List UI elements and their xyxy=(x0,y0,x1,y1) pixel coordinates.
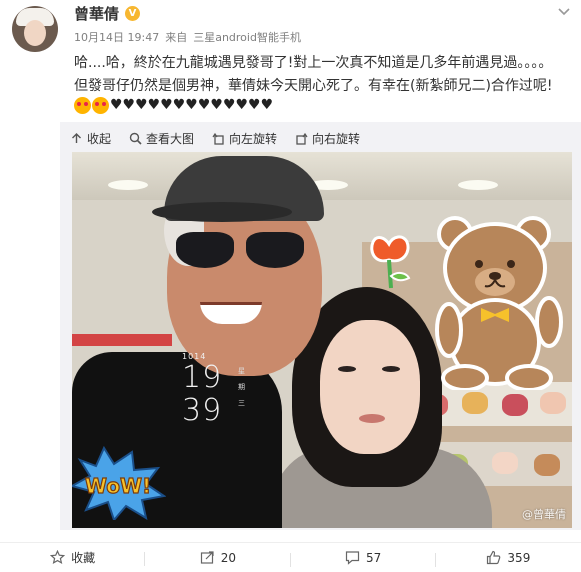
author-name[interactable]: 曾華倩 xyxy=(74,3,119,24)
favorite-label: 收藏 xyxy=(71,551,96,565)
sunglasses-lens xyxy=(246,232,304,268)
collapse-arrow-icon xyxy=(72,133,81,143)
post-text: 哈....哈，終於在九龍城遇見發哥了!對上一次真不知道是几多年前遇見過。。。。 … xyxy=(74,52,574,98)
woman-lips xyxy=(359,414,385,423)
action-bar: 收藏 20 57 359 xyxy=(0,542,581,572)
post-text-line: 哈....哈，終於在九龍城遇見發哥了!對上一次真不知道是几多年前遇見過。。。。 xyxy=(74,55,553,71)
clock-overlay: 1014 19 39 星 期 三 xyxy=(182,352,245,428)
repost-icon xyxy=(200,551,214,564)
produce xyxy=(462,392,488,414)
collapse-label: 收起 xyxy=(87,132,112,146)
post-photo[interactable]: 1014 19 39 星 期 三 WoW! @曾華倩 xyxy=(72,152,572,528)
post-timestamp[interactable]: 10月14日 19:47 xyxy=(74,29,159,45)
view-large-button[interactable]: 查看大图 xyxy=(129,130,194,147)
avatar[interactable] xyxy=(12,6,58,52)
rotate-right-button[interactable]: 向右旋转 xyxy=(295,130,360,147)
hearts-face-emoji-icon xyxy=(74,97,91,114)
produce xyxy=(534,454,560,476)
post-menu-chevron-down-icon[interactable] xyxy=(557,6,571,16)
teddy-bear-sticker-icon xyxy=(435,216,563,390)
flower-sticker-icon xyxy=(370,235,411,289)
rotate-left-button[interactable]: 向左旋转 xyxy=(212,130,277,147)
rotate-left-label: 向左旋转 xyxy=(229,132,278,146)
like-count: 359 xyxy=(507,550,531,565)
comment-count: 57 xyxy=(365,550,382,565)
thumbs-up-icon xyxy=(487,550,501,565)
price-strip xyxy=(72,334,172,346)
comment-icon xyxy=(345,551,360,565)
verified-badge-icon: V xyxy=(125,5,141,21)
like-button[interactable]: 359 xyxy=(436,550,581,565)
black-hearts: ♥♥♥♥♥♥♥♥♥♥♥♥♥ xyxy=(110,97,274,113)
clock-weekday: 期 xyxy=(238,383,245,391)
produce xyxy=(502,394,528,416)
ceiling-light xyxy=(458,180,498,190)
wow-sticker-icon: WoW! xyxy=(72,446,166,520)
store-ceiling xyxy=(72,152,572,200)
woman-face xyxy=(320,320,420,454)
woman-eye xyxy=(338,366,356,372)
view-large-label: 查看大图 xyxy=(146,132,195,146)
repost-count: 20 xyxy=(220,550,237,565)
wow-sticker-text: WoW! xyxy=(85,474,151,498)
produce xyxy=(492,452,518,474)
collapse-button[interactable]: 收起 xyxy=(70,130,111,147)
media-toolbar: 收起 查看大图 向左旋转 向右旋转 xyxy=(70,130,360,147)
avatar-face xyxy=(24,20,46,46)
ceiling-light xyxy=(108,180,148,190)
sunglasses-lens xyxy=(176,232,234,268)
rotate-left-icon xyxy=(212,132,224,145)
man-cap-bill xyxy=(152,202,292,222)
clock-minute: 39 xyxy=(182,393,223,428)
star-icon xyxy=(50,550,66,564)
clock-weekday: 三 xyxy=(238,399,245,407)
post-text-line: 但發哥仔仍然是個男神，華倩妹今天開心死了。有幸在(新紮師兄二)合作过呢! xyxy=(74,78,553,94)
post-source-prefix: 来自 xyxy=(165,31,188,44)
author-header: 曾華倩 V xyxy=(74,3,141,24)
rotate-right-label: 向右旋转 xyxy=(312,132,361,146)
comment-button[interactable]: 57 xyxy=(291,550,437,567)
repost-button[interactable]: 20 xyxy=(145,550,291,567)
magnifier-icon xyxy=(129,132,142,145)
post-meta: 10月14日 19:47 来自 三星android智能手机 xyxy=(74,29,301,45)
photo-watermark: @曾華倩 xyxy=(522,508,566,521)
smiling-face-emoji-icon xyxy=(92,97,109,114)
rotate-right-icon xyxy=(296,132,308,145)
emoji-line: ♥♥♥♥♥♥♥♥♥♥♥♥♥ xyxy=(74,97,273,114)
clock-weekday: 星 xyxy=(238,367,245,375)
woman-eye xyxy=(382,366,400,372)
sunglasses xyxy=(176,232,308,268)
clock-hour: 19 xyxy=(182,360,223,395)
produce xyxy=(540,392,566,414)
favorite-button[interactable]: 收藏 xyxy=(0,549,146,566)
post-source-device[interactable]: 三星android智能手机 xyxy=(193,29,301,45)
